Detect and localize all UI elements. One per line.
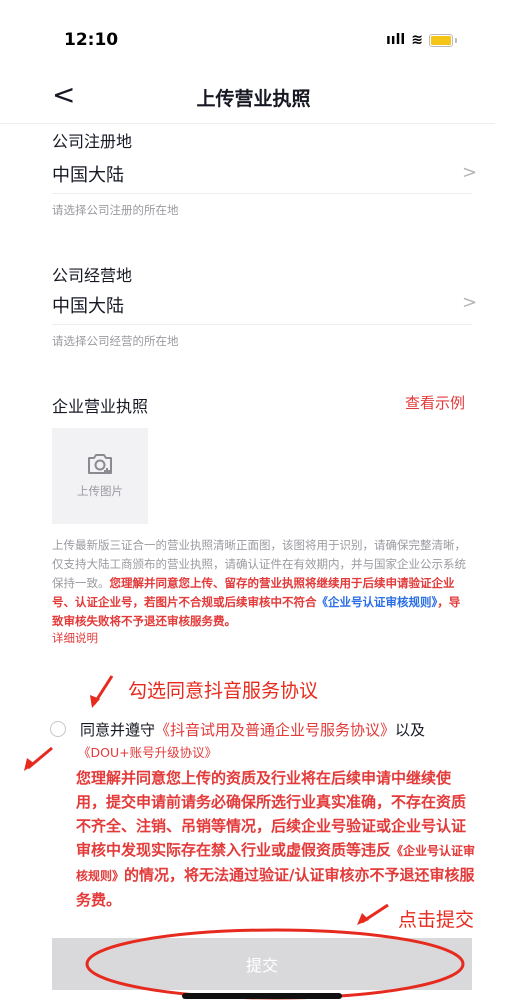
annotation-arrowhead: [24, 758, 35, 771]
annotation-arrowhead: [357, 913, 369, 925]
home-indicator: [182, 993, 342, 999]
annotation-circle: [85, 928, 465, 1000]
annotation-overlay: [24, 675, 465, 1000]
